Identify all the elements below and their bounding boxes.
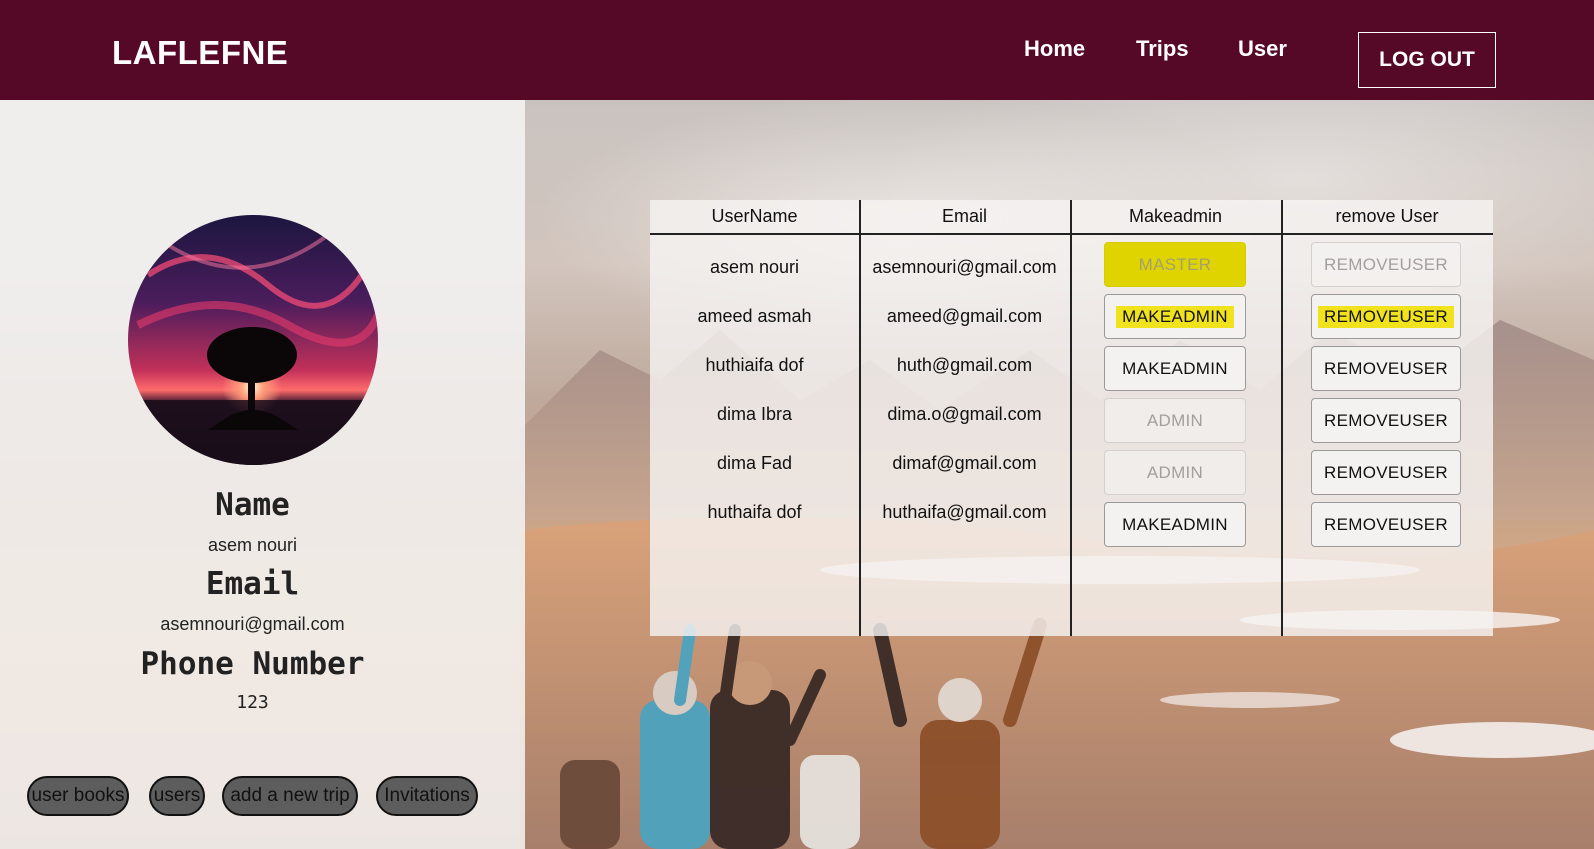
remove-user-button[interactable]: REMOVEUSER bbox=[1311, 242, 1461, 287]
remove-user-button[interactable]: REMOVEUSER bbox=[1311, 294, 1461, 339]
admin-status-button[interactable]: ADMIN bbox=[1104, 398, 1246, 443]
add-new-trip-button[interactable]: add a new trip bbox=[222, 776, 358, 816]
name-value: asem nouri bbox=[207, 535, 298, 555]
column-divider bbox=[1070, 200, 1072, 636]
top-navbar: LAFLEFNE Home Trips User LOG OUT bbox=[0, 0, 1594, 100]
row-username: huthiaifa dof bbox=[705, 355, 804, 375]
master-button[interactable]: MASTER bbox=[1104, 242, 1246, 287]
row-email: ameed@gmail.com bbox=[886, 306, 1043, 326]
brand-logo[interactable]: LAFLEFNE bbox=[112, 34, 288, 72]
remove-user-button[interactable]: REMOVEUSER bbox=[1311, 398, 1461, 443]
admin-status-button[interactable]: ADMIN bbox=[1104, 450, 1246, 495]
phone-heading: Phone Number bbox=[140, 646, 365, 682]
header-makeadmin: Makeadmin bbox=[1128, 206, 1223, 226]
phone-value: 123 bbox=[236, 692, 269, 713]
nav-trips-link[interactable]: Trips bbox=[1136, 36, 1189, 62]
remove-user-label: REMOVEUSER bbox=[1318, 305, 1454, 328]
user-books-button[interactable]: user books bbox=[27, 776, 129, 816]
remove-user-button[interactable]: REMOVEUSER bbox=[1311, 502, 1461, 547]
row-username: dima Fad bbox=[716, 453, 793, 473]
invitations-button[interactable]: Invitations bbox=[376, 776, 478, 816]
row-username: asem nouri bbox=[709, 257, 800, 277]
name-heading: Name bbox=[215, 487, 290, 523]
users-table: UserName Email Makeadmin remove User ase… bbox=[650, 200, 1493, 636]
row-username: huthaifa dof bbox=[707, 502, 802, 522]
header-username: UserName bbox=[711, 206, 798, 226]
header-divider bbox=[650, 233, 1493, 235]
nav-user-link[interactable]: User bbox=[1238, 36, 1287, 62]
profile-panel: Name asem nouri Email asemnouri@gmail.co… bbox=[0, 100, 525, 849]
header-email: Email bbox=[941, 206, 987, 226]
row-email: dima.o@gmail.com bbox=[887, 404, 1042, 424]
row-email: asemnouri@gmail.com bbox=[872, 257, 1057, 277]
column-divider bbox=[1281, 200, 1283, 636]
make-admin-button[interactable]: MAKEADMIN bbox=[1104, 502, 1246, 547]
header-remove-user: remove User bbox=[1335, 206, 1439, 226]
make-admin-label: MAKEADMIN bbox=[1116, 305, 1234, 328]
logout-button[interactable]: LOG OUT bbox=[1358, 32, 1496, 88]
row-email: huth@gmail.com bbox=[896, 355, 1033, 375]
avatar-tree-sunset-image bbox=[128, 215, 378, 465]
avatar bbox=[128, 215, 378, 465]
email-value: asemnouri@gmail.com bbox=[160, 614, 345, 634]
remove-user-button[interactable]: REMOVEUSER bbox=[1311, 450, 1461, 495]
row-email: dimaf@gmail.com bbox=[892, 453, 1037, 473]
make-admin-button[interactable]: MAKEADMIN bbox=[1104, 294, 1246, 339]
row-username: dima Ibra bbox=[716, 404, 793, 424]
make-admin-button[interactable]: MAKEADMIN bbox=[1104, 346, 1246, 391]
row-username: ameed asmah bbox=[697, 306, 812, 326]
users-button[interactable]: users bbox=[149, 776, 205, 816]
nav-home-link[interactable]: Home bbox=[1024, 36, 1085, 62]
remove-user-button[interactable]: REMOVEUSER bbox=[1311, 346, 1461, 391]
email-heading: Email bbox=[205, 566, 300, 602]
row-email: huthaifa@gmail.com bbox=[882, 502, 1047, 522]
